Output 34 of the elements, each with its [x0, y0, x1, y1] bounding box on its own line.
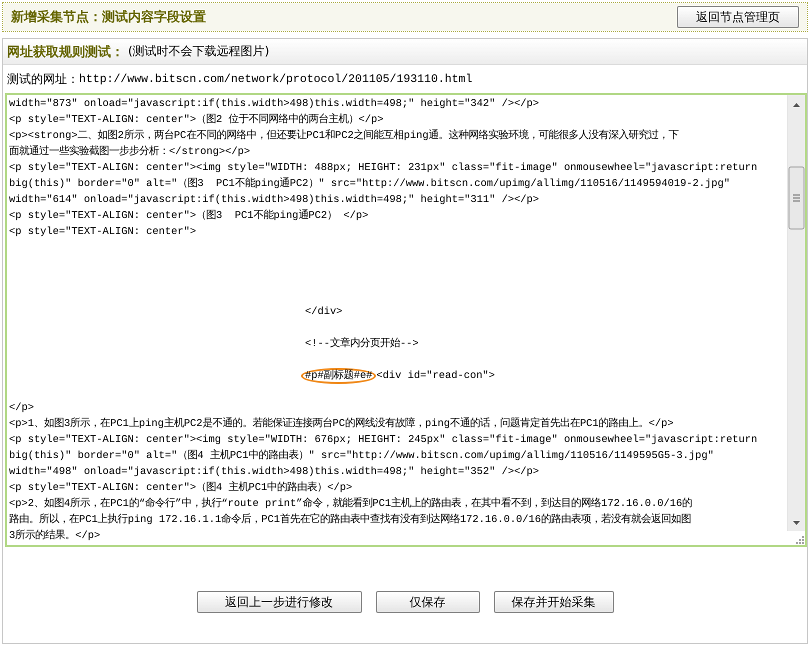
save-only-button[interactable]: 仅保存 — [376, 591, 480, 613]
code-line: <p style="TEXT-ALIGN: center">（图3 PC1不能ping通PC2） </p> — [9, 210, 368, 222]
code-line: <p>1、如图3所示，在PC1上ping主机PC2是不通的。若能保证连接两台PC的网线没有故障，ping不通的话，问题肯定首先出在PC1的路由上。</p> — [9, 418, 674, 430]
code-line: </div> — [305, 306, 342, 318]
code-line: width="614" onload="javascript:if(this.width>498)this.width=498;" height="311" /></p> — [9, 194, 540, 206]
code-line: <div id="read-con"> — [376, 370, 495, 382]
code-line: 面就通过一些实验截图一步步分析：</strong></p> — [9, 146, 250, 158]
source-textarea[interactable] — [5, 93, 807, 547]
code-line: big(this)" border="0" alt="（图4 主机PC1中的路由表）" src="http://www.bitscn.com/upimg/allimg/110516/1149595G5-3.jpg" — [9, 450, 714, 462]
back-and-edit-button[interactable]: 返回上一步进行修改 — [196, 591, 362, 613]
code-line: <p><strong>二、如图2所示，两台PC在不同的网络中，但还要让PC1和PC2之间能互相ping通。这种网络实验环境，可能很多人没有深入研究过，下 — [9, 130, 679, 142]
url-label: 测试的网址： — [7, 70, 79, 88]
test-url: http://www.bitscn.com/network/protocol/201105/193110.html — [79, 72, 472, 86]
code-line: <p style="TEXT-ALIGN: center">（图2 位于不同网络中的两台主机）</p> — [9, 114, 384, 126]
circled-marker-text: #p#副标题#e# — [301, 368, 376, 384]
code-line: <p style="TEXT-ALIGN: center"><img style="WIDTH: 488px; HEIGHT: 231px" class="fit-image" onmousewheel="javascript:return — [9, 162, 758, 174]
section-heading: 网址获取规则测试： — [7, 44, 124, 60]
code-line: <p style="TEXT-ALIGN: center">（图4 主机PC1中的路由表）</p> — [9, 482, 352, 494]
section-note: (测试时不会下载远程图片) — [128, 43, 270, 60]
code-line: </p> — [9, 402, 34, 414]
code-line: <p>2、如图4所示，在PC1的“命令行”中，执行“route print”命令，就能看到PC1主机上的路由表，在其中看不到，到达目的网络172.16.0.0/16的 — [9, 498, 692, 510]
code-line: <p style="TEXT-ALIGN: center"> — [9, 226, 196, 238]
code-line: width="873" onload="javascript:if(this.width>498)this.width=498;" height="342" /></p> — [9, 98, 540, 110]
code-line: <p style="TEXT-ALIGN: center"><img style="WIDTH: 676px; HEIGHT: 245px" class="fit-image" onmousewheel="javascript:return — [9, 434, 758, 446]
resize-grip-icon[interactable] — [796, 536, 804, 544]
code-line: 路由。所以，在PC1上执行ping 172.16.1.1命令后，PC1首先在它的路由表中查找有没有到达网络172.16.0.0/16的路由表项，若没有就会返回如图 — [9, 514, 692, 526]
scrollbar[interactable] — [788, 95, 805, 531]
code-line: <!--文章内分页开始--> — [305, 338, 419, 350]
code-line: 3所示的结果。</p> — [9, 530, 100, 542]
page-title: 新增采集节点：测试内容字段设置 — [11, 8, 206, 26]
code-line: width="498" onload="javascript:if(this.width>498)this.width=498;" height="352" /></p> — [9, 466, 540, 478]
back-to-nodes-button[interactable]: 返回节点管理页 — [677, 6, 799, 28]
code-line: big(this)" border="0" alt="（图3 PC1不能ping通PC2）" src="http://www.bitscn.com/upimg/allimg/110516/1149594019-2.jpg" — [9, 178, 730, 190]
save-and-start-button[interactable]: 保存并开始采集 — [494, 591, 614, 613]
